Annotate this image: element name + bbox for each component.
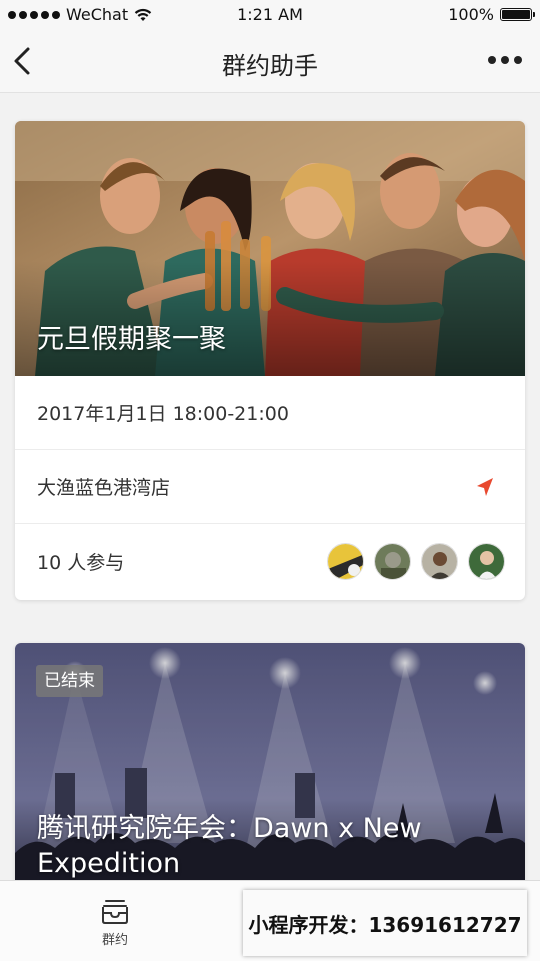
event-title: 腾讯研究院年会：Dawn x New Expedition [37,813,422,879]
event-card[interactable]: 已结束 腾讯研究院年会：Dawn x New Expedition [15,643,525,903]
participant-avatars [327,543,505,580]
avatar [468,543,505,580]
contact-text: 小程序开发：13691612727 [248,912,522,937]
event-cover-image: 已结束 腾讯研究院年会：Dawn x New Expedition [15,643,525,903]
battery-icon [500,8,535,21]
event-cover-image: 元旦假期聚一聚 [15,121,525,376]
contact-banner: 小程序开发：13691612727 [243,890,527,956]
inbox-tray-icon [102,900,128,924]
tab-label: 群约 [101,933,128,948]
page-title: 群约助手 [222,52,318,80]
status-bar: WeChat 1:21 AM 100% [0,0,540,30]
more-options-icon[interactable] [488,56,522,64]
location-arrow-icon[interactable] [475,477,495,497]
event-card[interactable]: 元旦假期聚一聚 2017年1月1日 18:00-21:00 大渔蓝色港湾店 10… [15,121,525,600]
status-right: 100% [448,5,535,24]
event-title: 元旦假期聚一聚 [37,324,226,355]
event-datetime: 2017年1月1日 18:00-21:00 [37,403,289,425]
avatar [374,543,411,580]
battery-percent: 100% [448,5,494,24]
event-location: 大渔蓝色港湾店 [37,477,171,499]
avatar [421,543,458,580]
nav-bar: 群约助手 [0,30,540,93]
tab-qunyue[interactable]: 群约 [80,897,150,948]
event-participants-row[interactable]: 10 人参与 [15,524,525,598]
participants-count: 10 人参与 [37,551,125,574]
status-badge: 已结束 [36,665,103,697]
event-datetime-row: 2017年1月1日 18:00-21:00 [15,376,525,450]
event-location-row[interactable]: 大渔蓝色港湾店 [15,450,525,524]
avatar [327,543,364,580]
